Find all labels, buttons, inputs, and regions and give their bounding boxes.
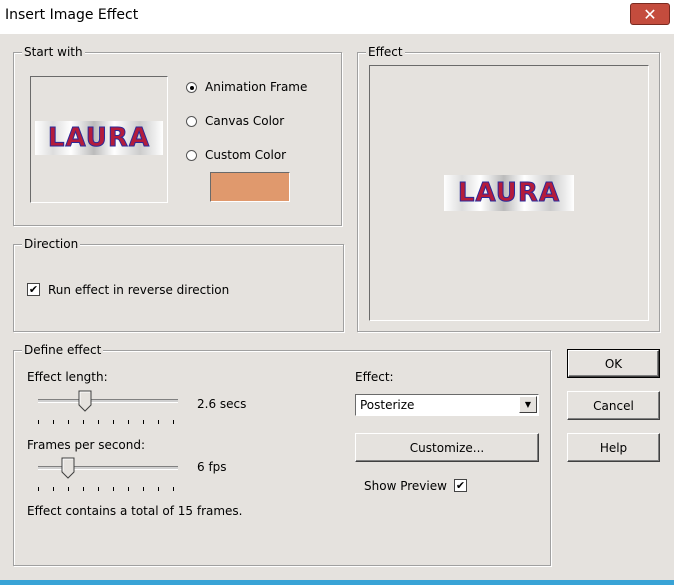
effect-dropdown[interactable]: Posterize ▼ [355, 394, 539, 416]
customize-button[interactable]: Customize... [355, 433, 539, 462]
window-bottom-edge [0, 580, 674, 585]
fps-slider-track [38, 466, 178, 470]
show-preview-checkbox[interactable]: ✔ [454, 479, 467, 492]
show-preview-label: Show Preview [364, 479, 447, 493]
radio-custom-color-label: Custom Color [205, 148, 287, 162]
reverse-direction-label: Run effect in reverse direction [48, 283, 230, 297]
radio-animation-frame-label: Animation Frame [205, 80, 308, 94]
effect-length-slider-thumb[interactable] [78, 390, 92, 412]
reverse-direction-checkbox[interactable]: ✔ [27, 283, 40, 296]
direction-legend: Direction [22, 237, 81, 251]
start-preview-frame: LAURA [30, 76, 168, 203]
radio-icon [186, 149, 197, 161]
radio-animation-frame[interactable]: Animation Frame [186, 80, 307, 94]
start-with-legend: Start with [22, 45, 85, 59]
ok-button[interactable]: OK [567, 349, 660, 378]
fps-slider-thumb[interactable] [61, 457, 75, 479]
title-bar: Insert Image Effect ✕ [0, 0, 674, 34]
cancel-button-label: Cancel [593, 398, 634, 413]
close-icon: ✕ [643, 4, 657, 24]
frames-summary: Effect contains a total of 15 frames. [27, 504, 243, 518]
effect-preview-frame: LAURA [369, 65, 649, 321]
effect-select-label: Effect: [355, 370, 394, 384]
checkmark-icon: ✔ [28, 283, 39, 296]
cancel-button[interactable]: Cancel [567, 391, 660, 420]
effect-length-ticks [38, 420, 178, 424]
customize-button-label: Customize... [409, 440, 485, 455]
effect-length-slider-track [38, 399, 178, 403]
effect-preview-legend: Effect [366, 45, 405, 59]
radio-canvas-color[interactable]: Canvas Color [186, 114, 284, 128]
close-button[interactable]: ✕ [630, 3, 670, 25]
define-effect-legend: Define effect [22, 343, 104, 357]
ok-button-label: OK [604, 356, 623, 371]
radio-selected-icon [186, 81, 197, 93]
checkmark-icon: ✔ [455, 479, 466, 492]
radio-custom-color[interactable]: Custom Color [186, 148, 286, 162]
window-title: Insert Image Effect [5, 7, 139, 23]
radio-icon [186, 115, 197, 127]
start-preview-image: LAURA [35, 121, 163, 155]
help-button-label: Help [599, 440, 628, 455]
radio-canvas-color-label: Canvas Color [205, 114, 285, 128]
fps-ticks [38, 487, 178, 491]
custom-color-swatch[interactable] [210, 172, 290, 202]
effect-preview-image: LAURA [444, 175, 574, 211]
chevron-down-icon[interactable]: ▼ [519, 396, 537, 413]
effect-length-label: Effect length: [27, 370, 108, 384]
effect-length-value: 2.6 secs [197, 397, 247, 411]
help-button[interactable]: Help [567, 433, 660, 462]
fps-value: 6 fps [197, 460, 227, 474]
effect-dropdown-value: Posterize [360, 398, 415, 412]
fps-label: Frames per second: [27, 438, 146, 452]
